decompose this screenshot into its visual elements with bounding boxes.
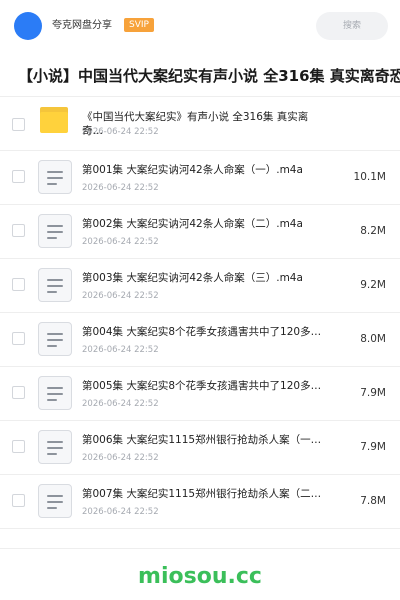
- row-checkbox[interactable]: [12, 494, 25, 507]
- file-name: 第001集 大案纪实讷河42条人命案（一）.m4a: [82, 164, 303, 176]
- file-row[interactable]: 第004集 大案纪实8个花季女孩遇害共中了120多… 2026-06-24 22…: [0, 312, 400, 366]
- folder-row[interactable]: 2026-06-24 22:52 《中国当代大案纪实》有声小说 全316集 真实…: [0, 98, 400, 152]
- file-size: 8.0M: [360, 333, 386, 345]
- svip-badge: SVIP: [124, 18, 154, 32]
- row-checkbox[interactable]: [12, 440, 25, 453]
- file-date: 2026-06-24 22:52: [82, 345, 159, 355]
- file-size: 8.2M: [360, 225, 386, 237]
- file-date: 2026-06-24 22:52: [82, 237, 159, 247]
- audio-file-icon: [38, 484, 72, 518]
- file-name: 第006集 大案纪实1115郑州银行抢劫杀人案（一…: [82, 434, 322, 446]
- row-checkbox[interactable]: [12, 170, 25, 183]
- divider: [0, 528, 400, 529]
- file-row[interactable]: 第007集 大案纪实1115郑州银行抢劫杀人案（二… 2026-06-24 22…: [0, 474, 400, 528]
- avatar[interactable]: [14, 12, 42, 40]
- audio-file-icon: [38, 430, 72, 464]
- row-checkbox[interactable]: [12, 224, 25, 237]
- header: 夸克网盘分享 SVIP 搜索: [0, 0, 400, 52]
- file-size: 7.8M: [360, 495, 386, 507]
- audio-file-icon: [38, 268, 72, 302]
- file-date: 2026-06-24 22:52: [82, 183, 159, 193]
- search-input[interactable]: 搜索: [316, 12, 388, 40]
- audio-file-icon: [38, 322, 72, 356]
- file-date: 2026-06-24 22:52: [82, 291, 159, 301]
- watermark: miosou.cc: [138, 564, 262, 589]
- file-row[interactable]: 第001集 大案纪实讷河42条人命案（一）.m4a 2026-06-24 22:…: [0, 150, 400, 204]
- page-title: 【小说】中国当代大案纪实有声小说 全316集 真实离奇恐怖: [18, 67, 400, 85]
- audio-file-icon: [38, 160, 72, 194]
- row-checkbox[interactable]: [12, 386, 25, 399]
- file-name: 第002集 大案纪实讷河42条人命案（二）.m4a: [82, 218, 303, 230]
- folder-icon: [40, 107, 68, 133]
- file-name: 第004集 大案纪实8个花季女孩遇害共中了120多…: [82, 326, 322, 338]
- row-checkbox[interactable]: [12, 332, 25, 345]
- file-size: 10.1M: [353, 171, 386, 183]
- file-row[interactable]: 第005集 大案纪实8个花季女孩遇害共中了120多… 2026-06-24 22…: [0, 366, 400, 420]
- file-size: 7.9M: [360, 387, 386, 399]
- file-size: 7.9M: [360, 441, 386, 453]
- divider: [0, 96, 400, 97]
- file-name: 第003集 大案纪实讷河42条人命案（三）.m4a: [82, 272, 303, 284]
- sharer-name: 夸克网盘分享: [52, 20, 112, 31]
- divider: [0, 548, 400, 549]
- audio-file-icon: [38, 214, 72, 248]
- folder-name: 《中国当代大案纪实》有声小说 全316集 真实离奇…: [82, 111, 309, 137]
- file-date: 2026-06-24 22:52: [82, 507, 159, 517]
- file-name: 第005集 大案纪实8个花季女孩遇害共中了120多…: [82, 380, 322, 392]
- file-date: 2026-06-24 22:52: [82, 399, 159, 409]
- file-row[interactable]: 第003集 大案纪实讷河42条人命案（三）.m4a 2026-06-24 22:…: [0, 258, 400, 312]
- row-checkbox[interactable]: [12, 118, 25, 131]
- row-checkbox[interactable]: [12, 278, 25, 291]
- file-row[interactable]: 第002集 大案纪实讷河42条人命案（二）.m4a 2026-06-24 22:…: [0, 204, 400, 258]
- file-name: 第007集 大案纪实1115郑州银行抢劫杀人案（二…: [82, 488, 322, 500]
- audio-file-icon: [38, 376, 72, 410]
- file-row[interactable]: 第006集 大案纪实1115郑州银行抢劫杀人案（一… 2026-06-24 22…: [0, 420, 400, 474]
- file-date: 2026-06-24 22:52: [82, 453, 159, 463]
- file-size: 9.2M: [360, 279, 386, 291]
